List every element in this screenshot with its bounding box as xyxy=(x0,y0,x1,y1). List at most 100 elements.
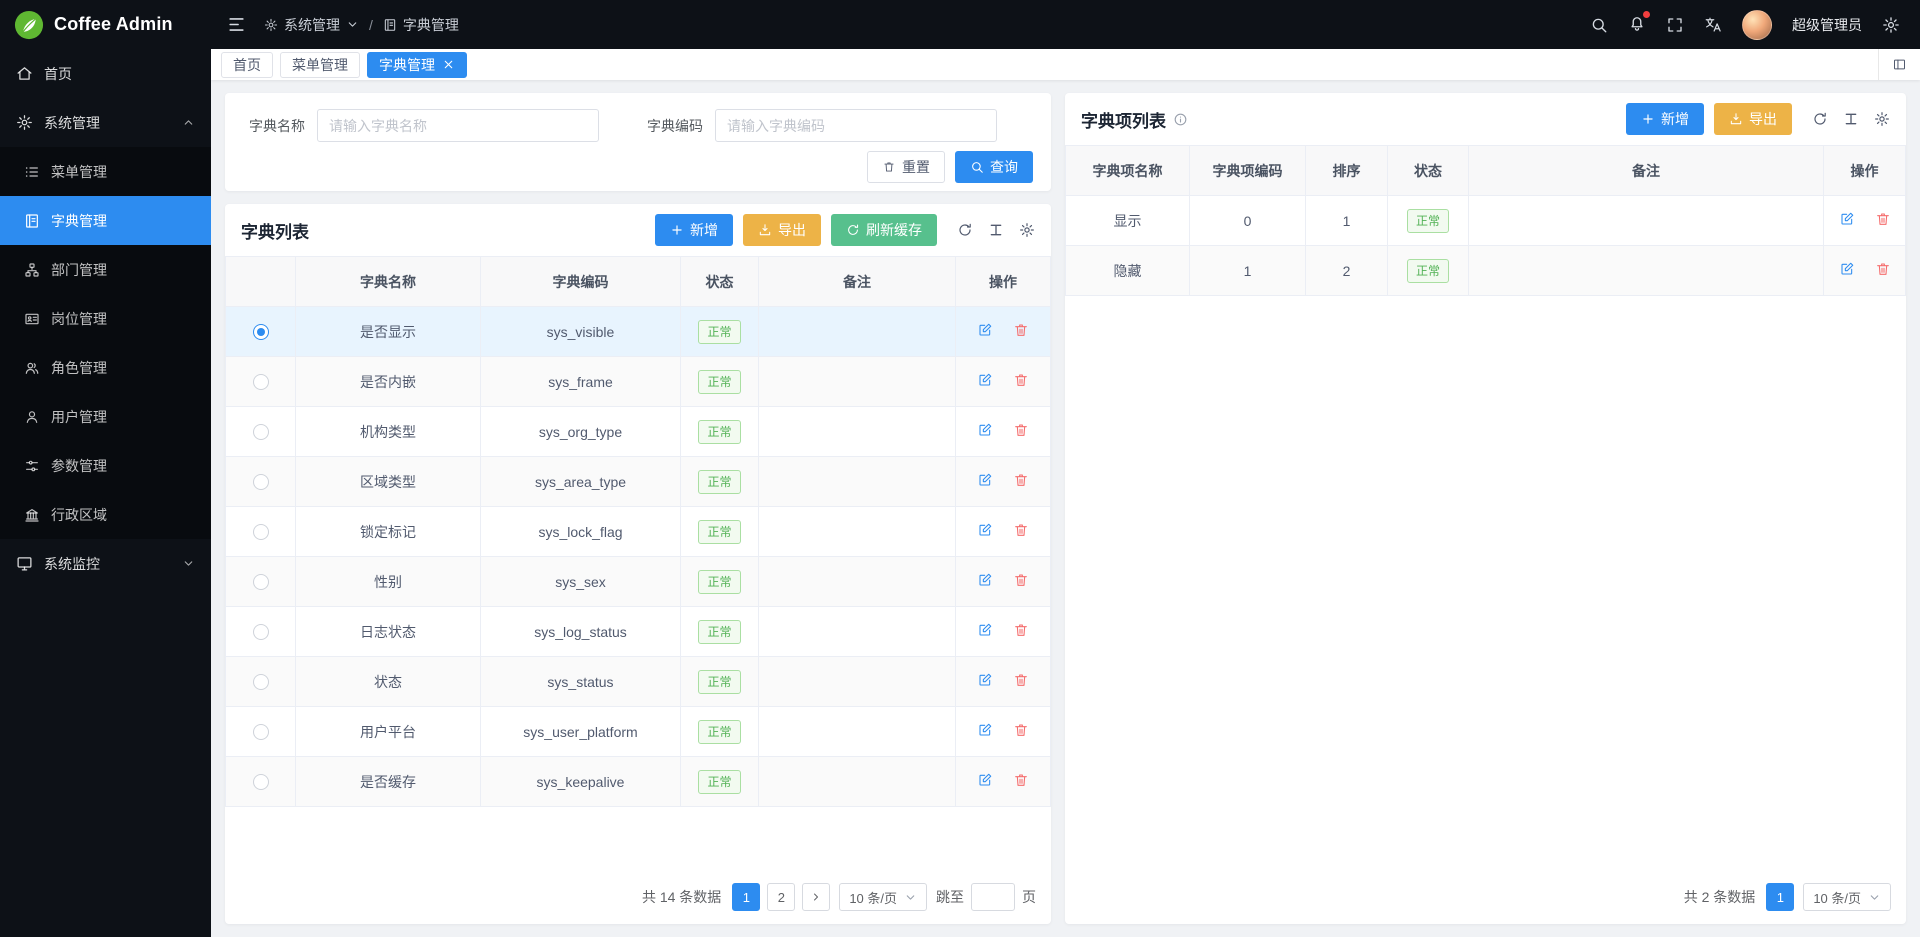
table-row[interactable]: 区域类型sys_area_type正常 xyxy=(226,457,1051,507)
reload-table-icon[interactable] xyxy=(957,222,973,238)
table-settings-icon[interactable] xyxy=(1874,111,1890,127)
sidebar-item-user[interactable]: 用户管理 xyxy=(0,392,211,441)
page-button-2[interactable]: 2 xyxy=(767,883,795,911)
collapse-sidebar-icon[interactable] xyxy=(227,15,246,34)
edit-icon[interactable] xyxy=(977,522,993,538)
table-row[interactable]: 机构类型sys_org_type正常 xyxy=(226,407,1051,457)
refresh-page-icon[interactable] xyxy=(1842,57,1860,72)
table-row[interactable]: 是否显示sys_visible正常 xyxy=(226,307,1051,357)
table-size-icon[interactable] xyxy=(988,222,1004,238)
breadcrumb-system[interactable]: 系统管理 xyxy=(264,15,359,35)
row-radio[interactable] xyxy=(253,624,269,640)
delete-icon[interactable] xyxy=(1875,211,1891,227)
tabs-menu-chevron-icon[interactable] xyxy=(1860,58,1878,72)
delete-icon[interactable] xyxy=(1013,722,1029,738)
avatar[interactable] xyxy=(1742,10,1772,40)
table-row[interactable]: 性别sys_sex正常 xyxy=(226,557,1051,607)
row-radio[interactable] xyxy=(253,524,269,540)
delete-icon[interactable] xyxy=(1013,472,1029,488)
edit-icon[interactable] xyxy=(977,572,993,588)
app-logo[interactable]: Coffee Admin xyxy=(0,0,211,49)
refresh-cache-button[interactable]: 刷新缓存 xyxy=(831,214,937,246)
delete-icon[interactable] xyxy=(1013,772,1029,788)
sidebar-item-params[interactable]: 参数管理 xyxy=(0,441,211,490)
sidebar-item-menu[interactable]: 菜单管理 xyxy=(0,147,211,196)
sidebar-item-post[interactable]: 岗位管理 xyxy=(0,294,211,343)
page-size-select[interactable]: 10 条/页 xyxy=(1803,883,1891,911)
translate-icon[interactable] xyxy=(1704,16,1722,34)
edit-icon[interactable] xyxy=(977,422,993,438)
delete-icon[interactable] xyxy=(1013,522,1029,538)
delete-icon[interactable] xyxy=(1875,261,1891,277)
sidebar-item-role[interactable]: 角色管理 xyxy=(0,343,211,392)
edit-icon[interactable] xyxy=(977,672,993,688)
edit-icon[interactable] xyxy=(977,722,993,738)
reset-button[interactable]: 重置 xyxy=(867,151,945,183)
delete-icon[interactable] xyxy=(1013,672,1029,688)
query-button[interactable]: 查询 xyxy=(955,151,1033,183)
row-radio[interactable] xyxy=(253,374,269,390)
sidebar-item-monitor[interactable]: 系统监控 xyxy=(0,539,211,588)
row-radio[interactable] xyxy=(253,724,269,740)
row-radio[interactable] xyxy=(253,474,269,490)
add-dict-button[interactable]: 新增 xyxy=(655,214,733,246)
sidebar-item-dept[interactable]: 部门管理 xyxy=(0,245,211,294)
row-radio[interactable] xyxy=(253,674,269,690)
settings-gear-icon[interactable] xyxy=(1882,16,1900,34)
delete-icon[interactable] xyxy=(1013,622,1029,638)
close-icon[interactable] xyxy=(442,58,455,71)
edit-icon[interactable] xyxy=(977,322,993,338)
tab-dict[interactable]: 字典管理 xyxy=(367,52,467,78)
dict-name-input[interactable] xyxy=(317,109,599,142)
row-radio[interactable] xyxy=(253,324,269,340)
table-row[interactable]: 是否内嵌sys_frame正常 xyxy=(226,357,1051,407)
row-radio[interactable] xyxy=(253,424,269,440)
fullscreen-icon[interactable] xyxy=(1666,16,1684,34)
tab-home[interactable]: 首页 xyxy=(221,52,273,78)
delete-icon[interactable] xyxy=(1013,572,1029,588)
export-dict-items-button[interactable]: 导出 xyxy=(1714,103,1792,135)
next-page-button[interactable] xyxy=(802,883,830,911)
table-row[interactable]: 用户平台sys_user_platform正常 xyxy=(226,707,1051,757)
table-row[interactable]: 状态sys_status正常 xyxy=(226,657,1051,707)
table-row[interactable]: 隐藏12正常 xyxy=(1066,246,1906,296)
search-icon[interactable] xyxy=(1590,16,1608,34)
page-button-1[interactable]: 1 xyxy=(732,883,760,911)
sidebar-item-dict[interactable]: 字典管理 xyxy=(0,196,211,245)
table-row[interactable]: 显示01正常 xyxy=(1066,196,1906,246)
edit-icon[interactable] xyxy=(1839,211,1855,227)
delete-icon[interactable] xyxy=(1013,322,1029,338)
table-row[interactable]: 是否缓存sys_keepalive正常 xyxy=(226,757,1051,807)
edit-icon[interactable] xyxy=(977,372,993,388)
row-radio[interactable] xyxy=(253,574,269,590)
table-row[interactable]: 锁定标记sys_lock_flag正常 xyxy=(226,507,1051,557)
edit-icon[interactable] xyxy=(1839,261,1855,277)
dict-name-cell: 区域类型 xyxy=(296,457,481,507)
page-button-1[interactable]: 1 xyxy=(1766,883,1794,911)
sidebar-item-system[interactable]: 系统管理 xyxy=(0,98,211,147)
table-row[interactable]: 日志状态sys_log_status正常 xyxy=(226,607,1051,657)
edit-icon[interactable] xyxy=(977,472,993,488)
dict-code-input[interactable] xyxy=(715,109,997,142)
add-dict-item-button[interactable]: 新增 xyxy=(1626,103,1704,135)
sidebar-item-home[interactable]: 首页 xyxy=(0,49,211,98)
layout-toggle-button[interactable] xyxy=(1878,49,1920,80)
sidebar-item-region[interactable]: 行政区域 xyxy=(0,490,211,539)
notifications-button[interactable] xyxy=(1628,14,1646,35)
delete-icon[interactable] xyxy=(1013,372,1029,388)
user-name[interactable]: 超级管理员 xyxy=(1792,15,1862,35)
table-settings-icon[interactable] xyxy=(1019,222,1035,238)
edit-icon[interactable] xyxy=(977,622,993,638)
info-icon[interactable] xyxy=(1173,112,1188,127)
tab-menu[interactable]: 菜单管理 xyxy=(280,52,360,78)
main-content: 字典名称 字典编码 重置 查询 xyxy=(211,80,1920,937)
delete-icon[interactable] xyxy=(1013,422,1029,438)
table-size-icon[interactable] xyxy=(1843,111,1859,127)
edit-icon[interactable] xyxy=(977,772,993,788)
reload-table-icon[interactable] xyxy=(1812,111,1828,127)
breadcrumb-dict[interactable]: 字典管理 xyxy=(383,15,459,35)
jump-page-input[interactable] xyxy=(971,883,1015,911)
row-radio[interactable] xyxy=(253,774,269,790)
page-size-select[interactable]: 10 条/页 xyxy=(839,883,927,911)
export-dict-button[interactable]: 导出 xyxy=(743,214,821,246)
